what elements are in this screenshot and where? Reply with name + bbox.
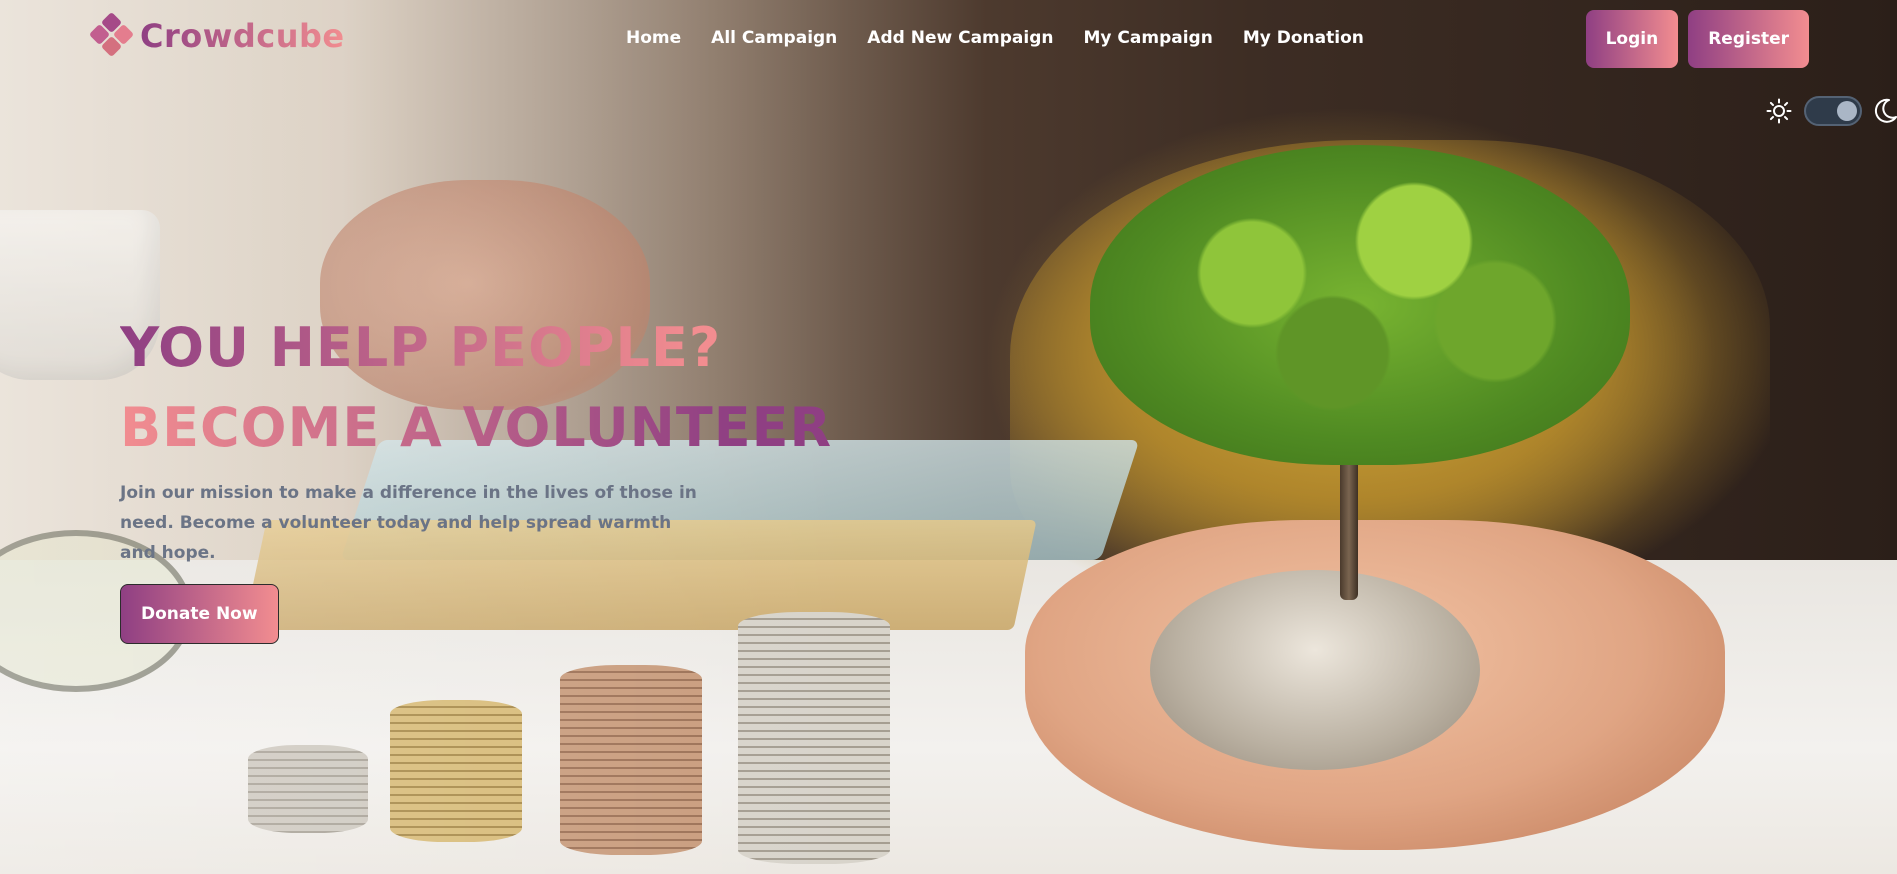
moon-icon — [1874, 98, 1897, 124]
hero-title: YOU HELP PEOPLE? BECOME A VOLUNTEER — [120, 308, 840, 468]
nav-link-add-new-campaign[interactable]: Add New Campaign — [867, 28, 1053, 48]
nav-link-home[interactable]: Home — [626, 28, 681, 48]
auth-buttons: Login Register — [1585, 10, 1809, 68]
navbar: Crowdcube Home All Campaign Add New Camp… — [0, 0, 1897, 80]
sun-icon — [1766, 98, 1792, 124]
hero-section: YOU HELP PEOPLE? BECOME A VOLUNTEER Join… — [120, 308, 840, 644]
register-button[interactable]: Register — [1688, 10, 1809, 68]
switch-knob — [1837, 101, 1857, 121]
donate-now-button[interactable]: Donate Now — [120, 584, 279, 644]
theme-toggle — [1766, 96, 1897, 126]
brand-name: Crowdcube — [140, 17, 345, 55]
diamond-logo-icon — [88, 11, 135, 59]
nav-link-my-campaign[interactable]: My Campaign — [1084, 28, 1213, 48]
login-button[interactable]: Login — [1585, 10, 1679, 68]
nav-link-my-donation[interactable]: My Donation — [1243, 28, 1364, 48]
brand-logo-link[interactable]: Crowdcube — [88, 11, 345, 59]
nav-link-all-campaign[interactable]: All Campaign — [711, 28, 837, 48]
hero-title-line-2: BECOME A VOLUNTEER — [120, 388, 840, 468]
page: Crowdcube Home All Campaign Add New Camp… — [0, 0, 1897, 874]
main-nav: Home All Campaign Add New Campaign My Ca… — [626, 28, 1364, 48]
hero-description: Join our mission to make a difference in… — [120, 483, 697, 563]
hero-title-line-1: YOU HELP PEOPLE? — [120, 308, 840, 388]
dark-mode-switch[interactable] — [1804, 96, 1862, 126]
